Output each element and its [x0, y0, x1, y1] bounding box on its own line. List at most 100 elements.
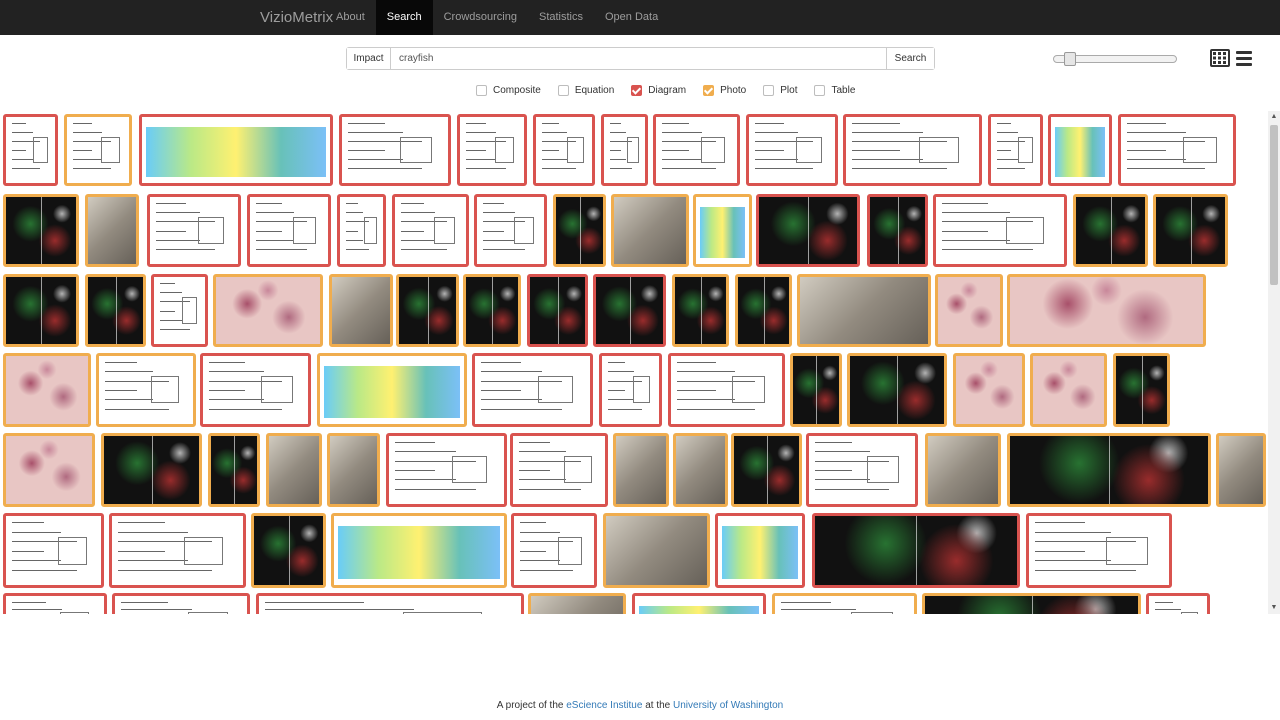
diagram-thumbnail[interactable] [472, 353, 593, 427]
photo-thumbnail[interactable] [85, 274, 146, 347]
photo-thumbnail[interactable] [101, 433, 202, 507]
zoom-slider-handle[interactable] [1064, 52, 1076, 66]
checkbox-diagram[interactable] [631, 84, 643, 96]
list-view-icon[interactable] [1236, 51, 1252, 67]
diagram-thumbnail[interactable] [337, 194, 386, 267]
diagram-thumbnail[interactable] [867, 194, 928, 267]
photo-thumbnail[interactable] [1007, 274, 1206, 347]
photo-thumbnail[interactable] [611, 194, 689, 267]
photo-thumbnail[interactable] [1216, 433, 1266, 507]
photo-thumbnail[interactable] [213, 274, 323, 347]
photo-thumbnail[interactable] [731, 433, 802, 507]
diagram-thumbnail[interactable] [593, 274, 666, 347]
photo-thumbnail[interactable] [1153, 194, 1228, 267]
photo-thumbnail[interactable] [613, 433, 669, 507]
nav-crowdsourcing[interactable]: Crowdsourcing [433, 0, 528, 35]
diagram-thumbnail[interactable] [756, 194, 860, 267]
nav-search[interactable]: Search [375, 0, 433, 35]
photo-thumbnail[interactable] [96, 353, 196, 427]
diagram-thumbnail[interactable] [3, 593, 107, 614]
diagram-thumbnail[interactable] [533, 114, 595, 186]
diagram-thumbnail[interactable] [3, 114, 58, 186]
diagram-thumbnail[interactable] [812, 513, 1020, 588]
zoom-slider[interactable] [1053, 52, 1177, 66]
brand-logo[interactable]: VizioMetrix [260, 0, 333, 35]
diagram-thumbnail[interactable] [527, 274, 588, 347]
nav-about[interactable]: About [325, 0, 376, 35]
photo-thumbnail[interactable] [553, 194, 606, 267]
grid-view-icon[interactable] [1210, 49, 1230, 67]
photo-thumbnail[interactable] [3, 433, 95, 507]
photo-thumbnail[interactable] [1073, 194, 1148, 267]
photo-thumbnail[interactable] [772, 593, 917, 614]
photo-thumbnail[interactable] [1030, 353, 1107, 427]
diagram-thumbnail[interactable] [147, 194, 241, 267]
photo-thumbnail[interactable] [317, 353, 467, 427]
diagram-thumbnail[interactable] [715, 513, 805, 588]
photo-thumbnail[interactable] [925, 433, 1001, 507]
checkbox-table[interactable] [814, 84, 826, 96]
nav-statistics[interactable]: Statistics [528, 0, 594, 35]
sort-dropdown[interactable]: Impact [347, 48, 391, 69]
diagram-thumbnail[interactable] [474, 194, 547, 267]
scroll-down-icon[interactable]: ▼ [1268, 602, 1280, 614]
photo-thumbnail[interactable] [847, 353, 947, 427]
photo-thumbnail[interactable] [327, 433, 380, 507]
diagram-thumbnail[interactable] [843, 114, 982, 186]
checkbox-photo[interactable] [703, 84, 715, 96]
checkbox-plot[interactable] [763, 84, 775, 96]
escience-link[interactable]: eScience Institue [566, 700, 642, 711]
search-button[interactable]: Search [886, 48, 934, 69]
filter-diagram[interactable]: Diagram [631, 84, 686, 96]
photo-thumbnail[interactable] [208, 433, 260, 507]
scrollbar-thumb[interactable] [1270, 125, 1278, 285]
diagram-thumbnail[interactable] [510, 433, 608, 507]
filter-photo[interactable]: Photo [703, 84, 746, 96]
filter-table[interactable]: Table [814, 84, 855, 96]
checkbox-equation[interactable] [557, 84, 569, 96]
diagram-thumbnail[interactable] [139, 114, 333, 186]
scroll-up-icon[interactable]: ▲ [1268, 111, 1280, 123]
photo-thumbnail[interactable] [266, 433, 322, 507]
diagram-thumbnail[interactable] [112, 593, 250, 614]
diagram-thumbnail[interactable] [200, 353, 311, 427]
diagram-thumbnail[interactable] [457, 114, 527, 186]
diagram-thumbnail[interactable] [3, 513, 104, 588]
photo-thumbnail[interactable] [797, 274, 931, 347]
diagram-thumbnail[interactable] [806, 433, 918, 507]
filter-plot[interactable]: Plot [763, 84, 797, 96]
nav-open-data[interactable]: Open Data [594, 0, 669, 35]
photo-thumbnail[interactable] [953, 353, 1025, 427]
gallery-scrollbar[interactable]: ▲ ▼ [1268, 111, 1280, 614]
photo-thumbnail[interactable] [603, 513, 710, 588]
diagram-thumbnail[interactable] [933, 194, 1067, 267]
photo-thumbnail[interactable] [922, 593, 1141, 614]
photo-thumbnail[interactable] [331, 513, 507, 588]
diagram-thumbnail[interactable] [1146, 593, 1210, 614]
photo-thumbnail[interactable] [672, 274, 729, 347]
search-input[interactable]: crayfish [391, 48, 886, 69]
photo-thumbnail[interactable] [64, 114, 132, 186]
photo-thumbnail[interactable] [693, 194, 752, 267]
diagram-thumbnail[interactable] [392, 194, 469, 267]
checkbox-composite[interactable] [476, 84, 487, 96]
diagram-thumbnail[interactable] [339, 114, 451, 186]
diagram-thumbnail[interactable] [151, 274, 208, 347]
diagram-thumbnail[interactable] [599, 353, 662, 427]
diagram-thumbnail[interactable] [653, 114, 740, 186]
photo-thumbnail[interactable] [3, 274, 79, 347]
diagram-thumbnail[interactable] [511, 513, 597, 588]
photo-thumbnail[interactable] [673, 433, 728, 507]
diagram-thumbnail[interactable] [1026, 513, 1172, 588]
diagram-thumbnail[interactable] [668, 353, 785, 427]
photo-thumbnail[interactable] [3, 353, 91, 427]
photo-thumbnail[interactable] [3, 194, 79, 267]
photo-thumbnail[interactable] [396, 274, 459, 347]
photo-thumbnail[interactable] [1007, 433, 1211, 507]
filter-composite[interactable]: Composite [476, 84, 541, 96]
diagram-thumbnail[interactable] [988, 114, 1043, 186]
diagram-thumbnail[interactable] [247, 194, 331, 267]
diagram-thumbnail[interactable] [601, 114, 648, 186]
photo-thumbnail[interactable] [790, 353, 842, 427]
uw-link[interactable]: University of Washington [673, 700, 783, 711]
